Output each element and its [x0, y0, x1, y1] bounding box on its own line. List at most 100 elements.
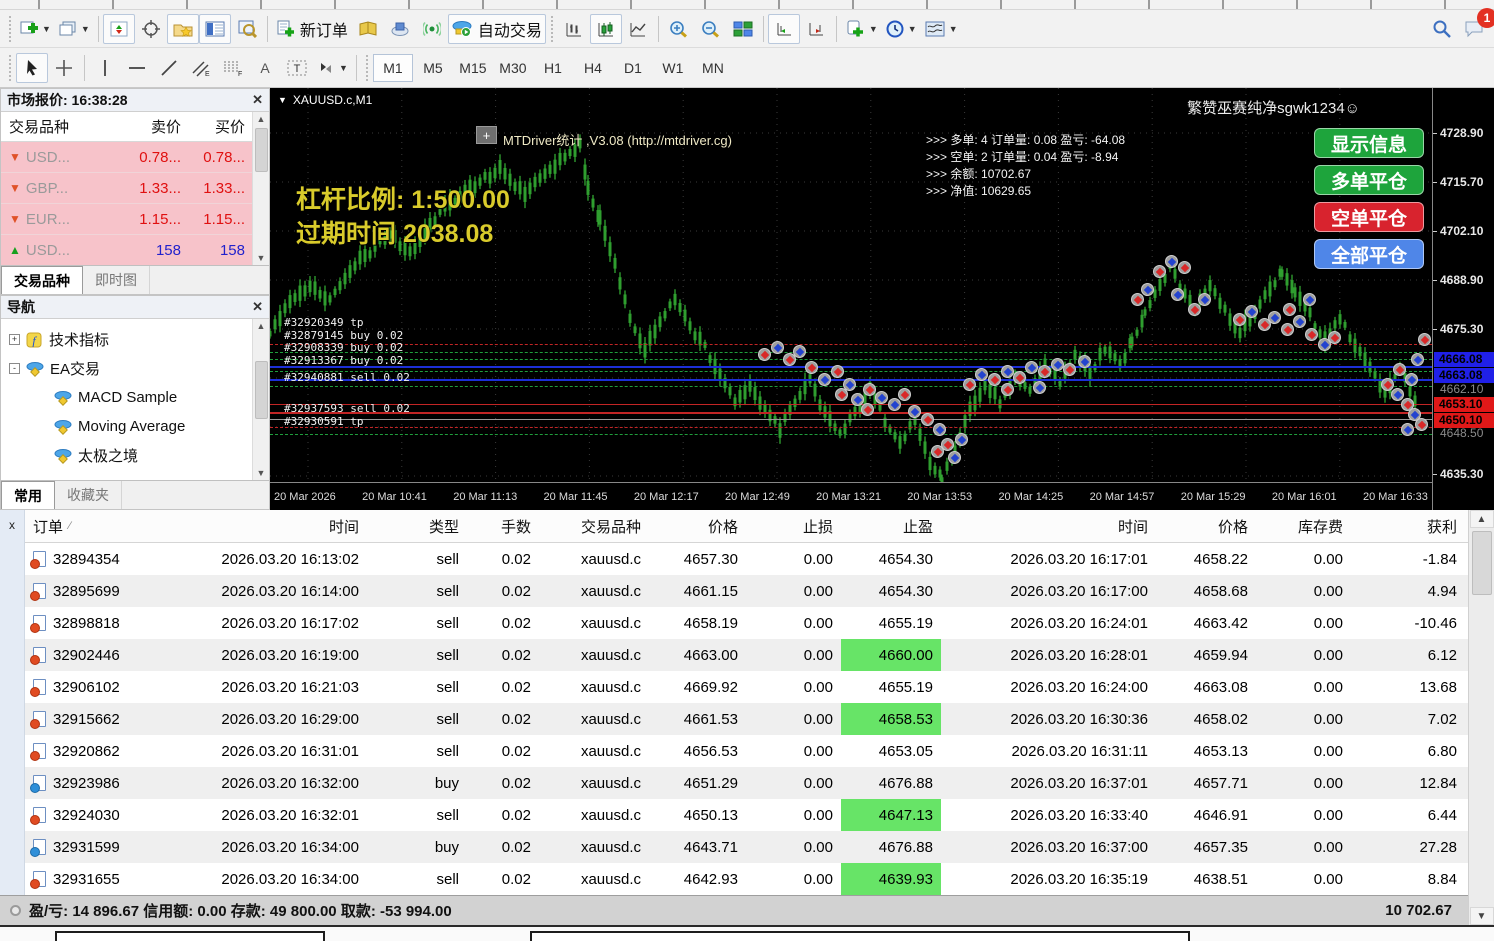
profiles-button[interactable]: ▼ — [55, 14, 94, 44]
orders-col-header[interactable]: 库存费 — [1256, 510, 1351, 542]
orders-col-header[interactable]: 时间 — [155, 510, 367, 542]
hline-button[interactable] — [121, 53, 153, 83]
crosshair-tool-button[interactable] — [48, 53, 80, 83]
order-row-32906102[interactable]: 32906102 2026.03.20 16:21:03 sell 0.02 xauus… — [25, 671, 1468, 703]
orders-col-header[interactable]: 价格 — [649, 510, 746, 542]
market-watch-col-1[interactable]: 卖价 — [109, 116, 181, 137]
toolbar-drag-handle[interactable] — [7, 15, 13, 42]
market-watch-row[interactable]: ▼ GBP... 1.33... 1.33... — [1, 173, 269, 204]
ea-button-全部平仓[interactable]: 全部平仓 — [1314, 239, 1424, 269]
order-row-32894354[interactable]: 32894354 2026.03.20 16:13:02 sell 0.02 xauus… — [25, 543, 1468, 575]
bar-chart-button[interactable] — [558, 14, 590, 44]
time-axis[interactable]: 20 Mar 2026 20 Mar 10:41 20 Mar 11:13 20 Ma… — [270, 482, 1432, 510]
orders-col-header[interactable]: 手数 — [467, 510, 539, 542]
timeframe-m1-button[interactable]: M1 — [372, 53, 413, 82]
notifications-button[interactable]: 1 — [1458, 7, 1494, 44]
zoom-in-button[interactable] — [663, 14, 695, 44]
order-row-32898818[interactable]: 32898818 2026.03.20 16:17:02 sell 0.02 xauus… — [25, 607, 1468, 639]
candlestick-button[interactable] — [589, 13, 622, 44]
order-row-32923986[interactable]: 32923986 2026.03.20 16:32:00 buy 0.02 xauusd… — [25, 767, 1468, 799]
orders-col-header[interactable]: 订单 ∕ — [25, 510, 155, 542]
terminal-close-icon[interactable]: x — [9, 518, 15, 532]
indicators-button[interactable]: ▼ — [841, 14, 882, 44]
market-watch-row[interactable]: ▼ USD... 0.78... 0.78... — [1, 142, 269, 173]
ea-button-显示信息[interactable]: 显示信息 — [1314, 128, 1424, 158]
symbols-button[interactable] — [102, 13, 135, 44]
navigator-item-moving-average[interactable]: Moving Average — [1, 412, 269, 441]
cloud-button[interactable] — [384, 14, 416, 44]
market-watch-toggle-button[interactable] — [198, 13, 231, 44]
order-row-32895699[interactable]: 32895699 2026.03.20 16:14:00 sell 0.02 xauus… — [25, 575, 1468, 607]
market-watch-tab[interactable]: 即时图 — [83, 266, 150, 294]
ea-button-多单平仓[interactable]: 多单平仓 — [1314, 165, 1424, 195]
orders-col-header[interactable]: 时间 — [941, 510, 1156, 542]
ea-button-空单平仓[interactable]: 空单平仓 — [1314, 202, 1424, 232]
templates-button[interactable]: ▼ — [921, 14, 962, 44]
chart-shift-button[interactable] — [800, 14, 832, 44]
scroll-down-icon[interactable]: ▼ — [257, 253, 266, 263]
market-watch-row[interactable]: ▼ EUR... 1.15... 1.15... — [1, 204, 269, 235]
order-row-32920862[interactable]: 32920862 2026.03.20 16:31:01 sell 0.02 xauus… — [25, 735, 1468, 767]
auto-scroll-button[interactable] — [767, 13, 800, 44]
orders-col-header[interactable]: 价格 — [1156, 510, 1256, 542]
navigator-scrollbar[interactable]: ▲ ▼ — [252, 319, 269, 480]
navigator-tab[interactable]: 常用 — [1, 481, 55, 509]
price-axis[interactable]: 4728.90 4715.70 4702.10 4688.90 4675.30 4635.… — [1432, 88, 1494, 510]
search-button[interactable] — [1426, 14, 1458, 44]
favorites-button[interactable] — [166, 13, 199, 44]
tree-expander-icon[interactable]: - — [9, 363, 20, 374]
timeframe-d1-button[interactable]: D1 — [613, 54, 653, 82]
market-watch-row[interactable]: ▲ USD... 158 158 — [1, 235, 269, 265]
tile-windows-button[interactable] — [727, 14, 759, 44]
cursor-button[interactable] — [16, 52, 48, 83]
vline-button[interactable] — [89, 53, 121, 83]
tree-expander-icon[interactable]: + — [9, 334, 20, 345]
scroll-up-icon[interactable]: ▲ — [257, 321, 266, 331]
timeframe-m30-button[interactable]: M30 — [493, 54, 533, 82]
navigator-item-macd-sample[interactable]: MACD Sample — [1, 383, 269, 412]
scroll-down-icon[interactable]: ▼ — [1469, 907, 1494, 925]
market-watch-scrollbar[interactable]: ▲ ▼ — [252, 112, 269, 265]
navigator-tab[interactable]: 收藏夹 — [55, 481, 122, 509]
indicator-plus-button[interactable]: + — [476, 126, 497, 144]
timeframe-mn-button[interactable]: MN — [693, 54, 733, 82]
order-row-32924030[interactable]: 32924030 2026.03.20 16:32:01 sell 0.02 xauus… — [25, 799, 1468, 831]
channel-button[interactable]: E — [185, 53, 217, 83]
order-row-32915662[interactable]: 32915662 2026.03.20 16:29:00 sell 0.02 xauus… — [25, 703, 1468, 735]
timeframe-m15-button[interactable]: M15 — [453, 54, 493, 82]
periods-button[interactable]: ▼ — [882, 14, 921, 44]
experts-log-button[interactable] — [352, 14, 384, 44]
fibonacci-button[interactable]: F — [217, 53, 249, 83]
order-row-32931599[interactable]: 32931599 2026.03.20 16:34:00 buy 0.02 xauusd… — [25, 831, 1468, 863]
collapse-triangle-icon[interactable]: ▼ — [278, 95, 287, 105]
arrows-button[interactable]: ▼ — [313, 53, 352, 83]
scroll-up-icon[interactable]: ▲ — [1469, 510, 1494, 528]
market-watch-tab[interactable]: 交易品种 — [1, 266, 83, 294]
data-window-button[interactable] — [231, 14, 263, 44]
navigator-item-ea交易[interactable]: - EA交易 — [1, 354, 269, 383]
market-watch-col-2[interactable]: 买价 — [181, 116, 249, 137]
orders-col-header[interactable]: 止损 — [746, 510, 841, 542]
orders-col-header[interactable]: 止盈 — [841, 510, 941, 542]
order-row-32931655[interactable]: 32931655 2026.03.20 16:34:00 sell 0.02 xauus… — [25, 863, 1468, 895]
order-row-32902446[interactable]: 32902446 2026.03.20 16:19:00 sell 0.02 xauus… — [25, 639, 1468, 671]
signals-button[interactable] — [416, 14, 448, 44]
text-button[interactable]: A — [249, 53, 281, 83]
new-chart-button[interactable]: ▼ — [16, 14, 55, 44]
market-watch-close-icon[interactable]: ✕ — [252, 92, 263, 108]
orders-col-header[interactable]: 类型 — [367, 510, 467, 542]
navigator-item-技术指标[interactable]: + f 技术指标 — [1, 325, 269, 354]
orders-scrollbar[interactable]: ▲ ▼ — [1468, 510, 1494, 925]
timeframe-w1-button[interactable]: W1 — [653, 54, 693, 82]
orders-col-header[interactable]: 获利 — [1351, 510, 1465, 542]
scroll-down-icon[interactable]: ▼ — [257, 468, 266, 478]
timeframe-m5-button[interactable]: M5 — [413, 54, 453, 82]
text-label-button[interactable]: T — [281, 53, 313, 83]
navigator-close-icon[interactable]: ✕ — [252, 299, 263, 315]
market-watch-col-0[interactable]: 交易品种 — [1, 116, 109, 137]
trendline-button[interactable] — [153, 53, 185, 83]
zoom-out-button[interactable] — [695, 14, 727, 44]
timeframe-h4-button[interactable]: H4 — [573, 54, 613, 82]
line-chart-button[interactable] — [622, 14, 654, 44]
orders-col-header[interactable]: 交易品种 — [539, 510, 649, 542]
